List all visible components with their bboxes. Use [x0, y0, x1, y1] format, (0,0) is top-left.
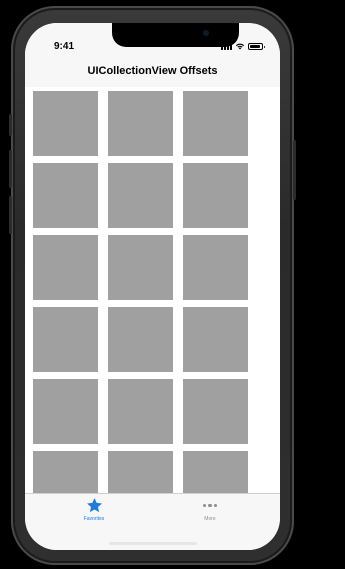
page-title: UICollectionView Offsets: [87, 65, 218, 77]
home-indicator: [109, 542, 197, 545]
wifi-icon: [235, 43, 245, 50]
collection-cell[interactable]: [183, 307, 248, 372]
device-stage: 9:41 UICollectionView Offsets Favorites …: [0, 0, 345, 569]
notch: [112, 23, 239, 47]
side-button: [9, 150, 12, 188]
side-button: [9, 196, 12, 234]
collection-cell[interactable]: [33, 163, 98, 228]
collection-cell[interactable]: [108, 91, 173, 156]
collection-cell[interactable]: [108, 163, 173, 228]
collection-cell[interactable]: [33, 307, 98, 372]
collection-cell[interactable]: [183, 235, 248, 300]
collection-cell[interactable]: [108, 307, 173, 372]
status-time: 9:41: [54, 41, 75, 52]
collection-cell[interactable]: [108, 451, 173, 493]
side-button: [293, 140, 296, 200]
tab-bar: Favorites More: [25, 493, 280, 550]
phone-screen: 9:41 UICollectionView Offsets Favorites …: [25, 23, 280, 550]
collection-cell[interactable]: [33, 235, 98, 300]
collection-cell[interactable]: [183, 451, 248, 493]
star-icon: [86, 498, 102, 513]
tab-label: More: [204, 516, 216, 522]
collection-view[interactable]: [25, 87, 280, 493]
collection-cell[interactable]: [183, 91, 248, 156]
collection-cell[interactable]: [33, 451, 98, 493]
collection-cell[interactable]: [33, 91, 98, 156]
navigation-bar: UICollectionView Offsets: [25, 57, 280, 88]
collection-cell[interactable]: [33, 379, 98, 444]
battery-icon: [248, 43, 265, 50]
collection-grid: [33, 91, 248, 493]
tab-favorites[interactable]: Favorites: [54, 497, 134, 522]
side-button: [9, 114, 12, 136]
camera-icon: [203, 30, 209, 36]
tab-label: Favorites: [83, 516, 105, 522]
collection-cell[interactable]: [108, 379, 173, 444]
collection-cell[interactable]: [183, 379, 248, 444]
collection-cell[interactable]: [108, 235, 173, 300]
tab-more[interactable]: More: [170, 497, 250, 522]
collection-cell[interactable]: [183, 163, 248, 228]
more-icon: [202, 497, 218, 514]
